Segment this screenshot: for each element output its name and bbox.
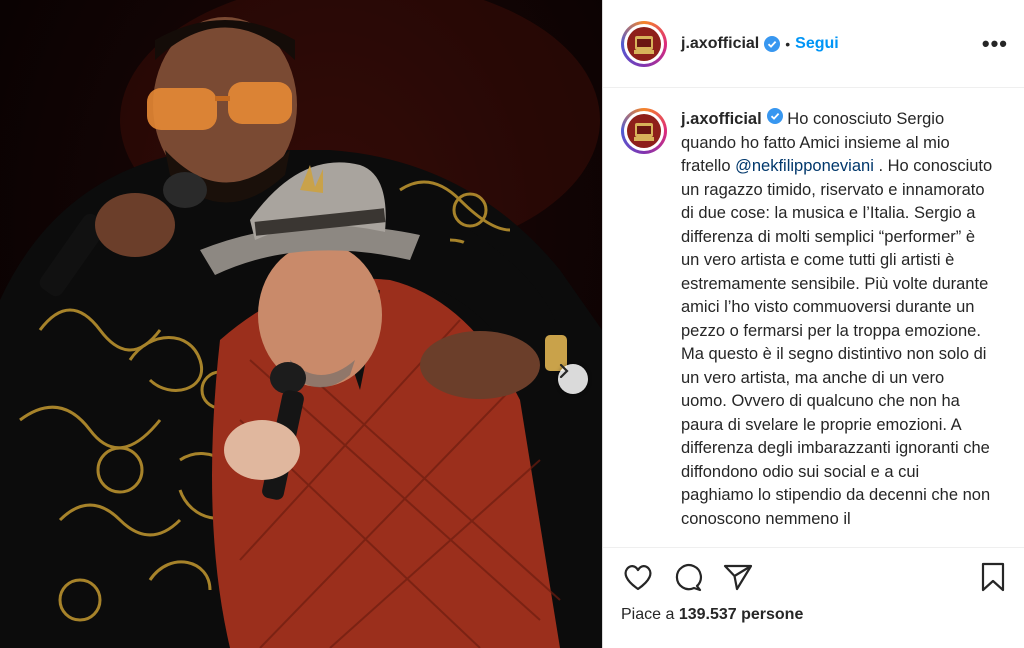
likes-prefix: Piace a bbox=[621, 606, 679, 623]
comment-icon[interactable] bbox=[671, 560, 705, 594]
caption-avatar[interactable] bbox=[621, 108, 667, 154]
concert-photo-illustration bbox=[0, 0, 602, 648]
chevron-right-icon bbox=[559, 364, 569, 378]
mention-link[interactable]: @nekfilipponeviani bbox=[735, 157, 874, 175]
caption-section: j.axofficial Ho conosciuto Sergio quando… bbox=[603, 88, 1024, 548]
separator-dot: • bbox=[785, 35, 791, 52]
avatar[interactable] bbox=[621, 20, 667, 67]
next-photo-button[interactable] bbox=[558, 364, 588, 394]
profile-picture-icon bbox=[627, 26, 661, 61]
caption-text-after: . Ho conosciuto un ragazzo timido, riser… bbox=[681, 157, 993, 528]
verified-badge-icon bbox=[766, 108, 783, 124]
heart-icon[interactable] bbox=[621, 560, 655, 594]
share-icon[interactable] bbox=[721, 560, 755, 594]
caption-username[interactable]: j.axofficial bbox=[681, 110, 762, 128]
likes-number: 139.537 bbox=[678, 606, 737, 623]
post-photo[interactable] bbox=[0, 0, 602, 648]
instagram-post: j.axofficial • Segui ••• j.axofficial Ho… bbox=[0, 0, 1024, 648]
likes-count[interactable]: Piace a 139.537 persone bbox=[603, 606, 1024, 648]
post-side-panel: j.axofficial • Segui ••• j.axofficial Ho… bbox=[602, 0, 1024, 648]
verified-badge-icon bbox=[764, 35, 781, 52]
more-options-icon[interactable]: ••• bbox=[982, 31, 1008, 57]
follow-button[interactable]: Segui bbox=[795, 35, 839, 53]
action-bar bbox=[603, 548, 1024, 606]
caption-text: j.axofficial Ho conosciuto Sergio quando… bbox=[681, 108, 993, 547]
profile-picture-icon bbox=[627, 114, 661, 148]
post-header: j.axofficial • Segui ••• bbox=[603, 0, 1024, 88]
likes-suffix: persone bbox=[736, 606, 804, 623]
username[interactable]: j.axofficial bbox=[681, 35, 759, 53]
bookmark-icon[interactable] bbox=[976, 560, 1010, 594]
